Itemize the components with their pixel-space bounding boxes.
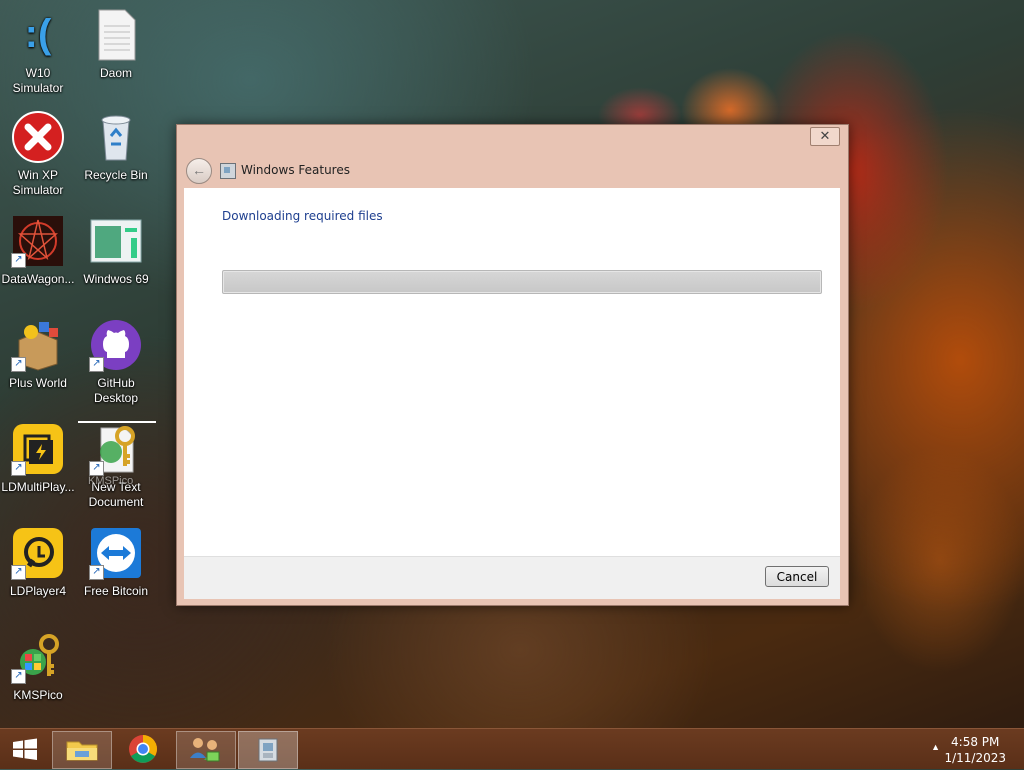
icon-label: Win XP Simulator xyxy=(12,168,64,197)
status-text: Downloading required files xyxy=(222,209,383,223)
dialog-title: Windows Features xyxy=(241,163,350,177)
text-file-icon xyxy=(89,8,143,62)
icon-label: LDMultiPlay... xyxy=(1,480,75,494)
file-explorer-taskbar-button[interactable] xyxy=(52,731,112,769)
windwos69-shortcut[interactable]: Windwos 69 xyxy=(78,214,154,287)
dialog-content: Downloading required files xyxy=(184,188,840,556)
ldmultiplayer-shortcut[interactable]: ↗ LDMultiPlay... xyxy=(0,422,76,495)
icon-label: Free Bitcoin xyxy=(83,584,149,598)
dialog-footer: Cancel xyxy=(184,556,840,599)
daom-file-shortcut[interactable]: Daom xyxy=(78,8,154,81)
pattern-icon: ↗ xyxy=(11,214,65,268)
chrome-taskbar-button[interactable] xyxy=(114,731,172,767)
w10-simulator-shortcut[interactable]: :( W10 Simulator xyxy=(0,8,76,96)
progress-fill xyxy=(224,272,820,292)
teamviewer-icon: ↗ xyxy=(89,526,143,580)
clock-date: 1/11/2023 xyxy=(944,751,1006,765)
box-of-apps-icon: ↗ xyxy=(11,318,65,372)
kmspico-key-icon: ↗ xyxy=(11,630,65,684)
window-screenshot-icon xyxy=(89,214,143,268)
icon-label: Recycle Bin xyxy=(84,168,148,182)
start-button[interactable] xyxy=(0,731,50,767)
shortcut-arrow-icon: ↗ xyxy=(11,669,26,684)
winxp-simulator-shortcut[interactable]: Win XP Simulator xyxy=(0,110,76,198)
icon-label: W10 Simulator xyxy=(12,66,64,95)
taskbar: ▲ 4:58 PM 1/11/2023 xyxy=(0,728,1024,769)
shortcut-arrow-icon: ↗ xyxy=(11,565,26,580)
recycle-bin[interactable]: Recycle Bin xyxy=(78,110,154,183)
github-icon: ↗ xyxy=(89,318,143,372)
icon-label: DataWagon... xyxy=(1,272,75,286)
back-arrow-icon[interactable]: ← xyxy=(186,158,212,184)
show-hidden-icons-arrow-icon[interactable]: ▲ xyxy=(931,742,940,752)
shortcut-arrow-icon: ↗ xyxy=(11,357,26,372)
clock-time: 4:58 PM xyxy=(951,735,1000,749)
close-button[interactable]: ✕ xyxy=(810,127,840,146)
icon-label: LDPlayer4 xyxy=(9,584,67,598)
ldplayer-icon: ↗ xyxy=(11,526,65,580)
multiplayer-icon: ↗ xyxy=(11,422,65,476)
icon-label: Plus World xyxy=(9,376,67,390)
recycle-bin-icon xyxy=(89,110,143,164)
shortcut-arrow-icon: ↗ xyxy=(11,461,26,476)
progress-bar xyxy=(222,270,822,294)
windows-logo-icon xyxy=(13,738,37,760)
shortcut-arrow-icon: ↗ xyxy=(89,565,104,580)
github-desktop-shortcut[interactable]: ↗ GitHub Desktop xyxy=(78,318,154,406)
icon-label: Windwos 69 xyxy=(83,272,149,286)
kmspico-key-icon: ↗ xyxy=(89,422,143,476)
folder-icon xyxy=(66,741,98,761)
icon-label: Daom xyxy=(99,66,132,80)
selection-marquee xyxy=(78,421,156,423)
windows-features-icon xyxy=(220,163,236,179)
sad-face-icon: :( xyxy=(24,12,52,56)
cancel-button[interactable]: Cancel xyxy=(765,566,829,587)
datawagon-shortcut[interactable]: ↗ DataWagon... xyxy=(0,214,76,287)
windows-features-dialog: ✕ ← Windows Features Downloading require… xyxy=(176,124,849,606)
shortcut-arrow-icon: ↗ xyxy=(11,253,26,268)
dragged-icon-ghost-label: KMSPico xyxy=(88,475,134,487)
people-taskbar-button[interactable] xyxy=(176,731,236,769)
icon-label: GitHub Desktop xyxy=(93,376,139,405)
windows-features-taskbar-button[interactable] xyxy=(238,731,298,769)
new-text-document-shortcut[interactable]: ↗ New Text Document KMSPico xyxy=(78,422,154,510)
plus-world-shortcut[interactable]: ↗ Plus World xyxy=(0,318,76,391)
windows-features-icon xyxy=(258,738,278,762)
free-bitcoin-shortcut[interactable]: ↗ Free Bitcoin xyxy=(78,526,154,599)
kmspico-shortcut[interactable]: ↗ KMSPico xyxy=(0,630,76,703)
chrome-icon xyxy=(129,735,157,763)
icon-label: KMSPico xyxy=(13,688,63,702)
error-x-icon xyxy=(11,110,65,164)
clock[interactable]: 4:58 PM 1/11/2023 xyxy=(944,734,1006,766)
users-network-icon xyxy=(190,738,220,762)
shortcut-arrow-icon: ↗ xyxy=(89,357,104,372)
ldplayer4-shortcut[interactable]: ↗ LDPlayer4 xyxy=(0,526,76,599)
